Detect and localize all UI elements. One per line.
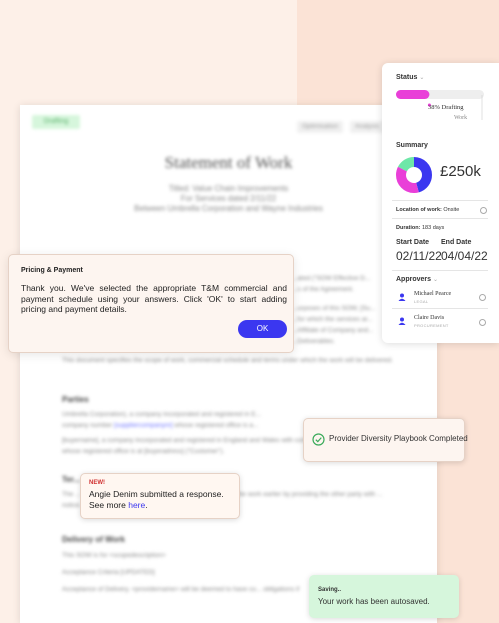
toast-message: Provider Diversity Playbook Completed (329, 434, 468, 443)
divider (392, 218, 488, 219)
check-circle-icon (312, 433, 325, 446)
avatar-icon (398, 293, 406, 301)
doc-fragment: ...for which the services ar... (292, 316, 373, 323)
response-see-more: See more here. (89, 500, 148, 510)
avatar-icon (398, 317, 406, 325)
info-icon[interactable] (480, 207, 487, 214)
status-dropdown[interactable]: Status ⌄ (396, 74, 424, 81)
tab-optimisation[interactable]: Optimisation (297, 121, 344, 133)
autosave-toast: Saving.. Your work has been autosaved. (309, 575, 459, 618)
delivery-heading: Delivery of Work (62, 535, 125, 544)
donut-chart (396, 157, 432, 193)
location-row: Location of work: Onsite (396, 207, 460, 213)
status-tag: Drafting (32, 115, 80, 129)
progress-widget (396, 90, 484, 120)
approver-name: Claire Davis (414, 315, 445, 321)
dialog-message: Thank you. We've selected the appropriat… (21, 283, 287, 314)
approver-name: Michael Pearce (414, 291, 452, 297)
end-date-label: End Date (441, 239, 472, 246)
start-date-label: Start Date (396, 239, 430, 246)
doc-fragment: ...Deliverables. (292, 338, 335, 345)
new-badge: NEW! (89, 480, 105, 486)
approvers-dropdown[interactable]: Approvers ⌄ (396, 276, 438, 283)
pricing-dialog: Pricing & Payment Thank you. We've selec… (8, 254, 294, 353)
approver-role: LEGAL (414, 299, 429, 304)
approver-radio[interactable] (479, 294, 486, 301)
progress-label: 38% Drafting (428, 104, 464, 111)
duration-row: Duration: 183 days (396, 225, 445, 231)
document-page[interactable]: Drafting Optimisation Analysis Statement… (20, 105, 437, 623)
divider (392, 200, 488, 201)
divider (392, 308, 488, 309)
document-content: Drafting Optimisation Analysis Statement… (20, 105, 437, 623)
ok-button[interactable]: OK (238, 320, 287, 338)
approver-radio[interactable] (479, 319, 486, 326)
approver-role: PROCUREMENT (414, 323, 449, 328)
progress-fill (396, 90, 430, 99)
document-title: Statement of Work (164, 153, 293, 172)
chevron-down-icon: ⌄ (419, 75, 425, 81)
chevron-down-icon: ⌄ (433, 277, 439, 283)
summary-label: Summary (396, 142, 428, 149)
document-subtitle-line: Between Umbrella Corporation and Wayne I… (134, 204, 323, 213)
document-subtitle-line: For Services dated 2/11/22 (180, 194, 277, 203)
scope-paragraph: This document specifies the scope of wor… (62, 357, 393, 364)
doc-fragment: ...urposes of this SOW, [Su... (292, 305, 376, 312)
tab-analysis[interactable]: Analysis (350, 121, 385, 133)
autosave-message: Your work has been autosaved. (318, 597, 430, 606)
autosave-title: Saving.. (318, 587, 342, 593)
amount-value: £250k (440, 163, 481, 180)
start-date-value: 02/11/22 (396, 249, 442, 263)
doc-fragment: ...Affiliate of Company and... (292, 327, 374, 334)
response-toast: NEW! Angie Denim submitted a response. S… (80, 473, 240, 519)
response-message: Angie Denim submitted a response. (89, 489, 224, 499)
document-subtitle-line: Titled: Value Chain Improvements (168, 184, 289, 193)
here-link[interactable]: here (128, 500, 145, 510)
doc-fragment: ...s of the Agreement. (292, 286, 354, 293)
delivery-paragraph: This SOW is for <scopedescription> (62, 552, 166, 559)
status-panel: Status ⌄ 38% Drafting Work Summary £250k … (382, 63, 499, 343)
doc-fragment: ...ated ("SOW Effective D... (292, 275, 371, 282)
divider (392, 270, 488, 271)
term-heading: Ter... (62, 475, 81, 484)
parties-heading: Parties (62, 395, 89, 404)
diversity-toast: Provider Diversity Playbook Completed (303, 418, 468, 462)
end-date-value: 04/04/22 (441, 249, 488, 263)
work-label: Work (454, 115, 468, 121)
dialog-title: Pricing & Payment (21, 267, 83, 274)
